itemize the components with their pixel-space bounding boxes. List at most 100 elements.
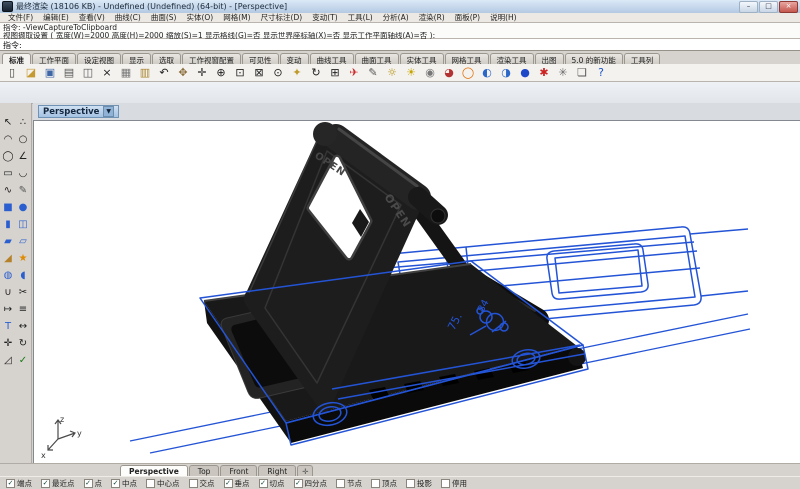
tube-icon[interactable]: ◫	[16, 217, 31, 232]
move-tool-icon[interactable]: ✛	[1, 336, 16, 351]
toolbar-tab[interactable]: 设定视图	[77, 53, 121, 64]
viewport-tab-front[interactable]: Front	[220, 465, 257, 476]
perspective-viewport-canvas[interactable]: OPEN OPEN	[33, 120, 800, 464]
hide-show-icon[interactable]: ☼	[384, 65, 400, 80]
menu-item[interactable]: 编辑(E)	[38, 12, 74, 23]
viewport-tab-top[interactable]: Top	[189, 465, 220, 476]
checkbox-icon[interactable]	[441, 479, 450, 488]
toolbar-tab[interactable]: 实体工具	[400, 53, 444, 64]
cylinder-icon[interactable]: ▮	[1, 217, 16, 232]
toolbar-tab[interactable]: 工作平面	[32, 53, 76, 64]
close-button[interactable]: ×	[779, 1, 798, 13]
rotate-tool-icon[interactable]: ↻	[16, 336, 31, 351]
osnap-toggle[interactable]: 中心点	[146, 478, 180, 489]
viewport-menu-caret-icon[interactable]: ▼	[103, 106, 114, 117]
menu-item[interactable]: 实体(O)	[181, 12, 218, 23]
check-icon[interactable]: ✓	[16, 353, 31, 368]
circle-icon[interactable]: ○	[16, 132, 31, 147]
command-prompt-input[interactable]: 指令:	[0, 39, 800, 51]
checkbox-icon[interactable]	[406, 479, 415, 488]
osnap-toggle[interactable]: 节点	[336, 478, 362, 489]
osnap-toggle[interactable]: ✓点	[84, 478, 103, 489]
toolbar-tab[interactable]: 可见性	[242, 53, 279, 64]
toolbar-tab[interactable]: 5.0 的新功能	[565, 53, 623, 64]
osnap-toggle[interactable]: ✓中点	[111, 478, 137, 489]
airplane-icon[interactable]: ✈	[346, 65, 362, 80]
pan-hand-icon[interactable]: ✥	[175, 65, 191, 80]
osnap-toggle[interactable]: ✓垂点	[224, 478, 250, 489]
osnap-toggle[interactable]: ✓端点	[6, 478, 32, 489]
checkbox-icon[interactable]: ✓	[259, 479, 268, 488]
curve-icon[interactable]: ◠	[1, 132, 16, 147]
shade-mode-icon[interactable]: ◕	[441, 65, 457, 80]
scale-tool-icon[interactable]: ◿	[1, 353, 16, 368]
surface-icon[interactable]: ▰	[1, 234, 16, 249]
ellipse-icon[interactable]: ◯	[1, 149, 16, 164]
toolbar-tab[interactable]: 标准	[2, 53, 31, 64]
viewport-title-tab[interactable]: Perspective ▼	[38, 105, 119, 118]
boolean-union-icon[interactable]: ◍	[1, 268, 16, 283]
box-icon[interactable]: ■	[1, 200, 16, 215]
offset-icon[interactable]: ≡	[16, 302, 31, 317]
sketch-icon[interactable]: ✎	[16, 183, 31, 198]
viewport-layout-icon[interactable]: ⊞	[327, 65, 343, 80]
join-icon[interactable]: ∪	[1, 285, 16, 300]
zoom-selected-icon[interactable]: ⊙	[270, 65, 286, 80]
help-icon[interactable]: ?	[593, 65, 609, 80]
color-wheel-icon[interactable]: ◯	[460, 65, 476, 80]
loft-icon[interactable]: ▱	[16, 234, 31, 249]
rectangle-icon[interactable]: ▭	[1, 166, 16, 181]
render-globe-2-icon[interactable]: ◑	[498, 65, 514, 80]
checkbox-icon[interactable]: ✓	[224, 479, 233, 488]
copy-view-icon[interactable]: ◫	[80, 65, 96, 80]
new-file-icon[interactable]: ▯	[4, 65, 20, 80]
arc-icon[interactable]: ◡	[16, 166, 31, 181]
menu-item[interactable]: 网格(M)	[218, 12, 255, 23]
menu-item[interactable]: 渲染(R)	[414, 12, 450, 23]
select-pointer-icon[interactable]: ↖	[1, 115, 16, 130]
render-sphere-icon[interactable]: ●	[517, 65, 533, 80]
extend-icon[interactable]: ↦	[1, 302, 16, 317]
text-icon[interactable]: T	[1, 319, 16, 334]
osnap-toggle[interactable]: 投影	[406, 478, 432, 489]
zoom-extents-icon[interactable]: ⊠	[251, 65, 267, 80]
dimension-icon[interactable]: ↔	[16, 319, 31, 334]
delete-icon[interactable]: ×	[99, 65, 115, 80]
menu-item[interactable]: 文件(F)	[3, 12, 38, 23]
menu-item[interactable]: 尺寸标注(D)	[256, 12, 308, 23]
menu-item[interactable]: 工具(L)	[343, 12, 378, 23]
osnap-toggle[interactable]: 顶点	[371, 478, 397, 489]
toolbar-tab[interactable]: 变动	[280, 53, 309, 64]
checkbox-icon[interactable]	[336, 479, 345, 488]
print-icon[interactable]: ▤	[61, 65, 77, 80]
viewport-tab-right[interactable]: Right	[258, 465, 296, 476]
boolean-difference-icon[interactable]: ◖	[16, 268, 31, 283]
render-globe-icon[interactable]: ◐	[479, 65, 495, 80]
history-key-icon[interactable]: ✦	[289, 65, 305, 80]
toolbar-tab[interactable]: 曲面工具	[355, 53, 399, 64]
checkbox-icon[interactable]: ✓	[41, 479, 50, 488]
sphere-icon[interactable]: ●	[16, 200, 31, 215]
panels-icon[interactable]: ❏	[574, 65, 590, 80]
menu-item[interactable]: 分析(A)	[378, 12, 414, 23]
zoom-dynamic-icon[interactable]: ⊕	[213, 65, 229, 80]
checkbox-icon[interactable]	[146, 479, 155, 488]
menu-item[interactable]: 曲面(S)	[146, 12, 182, 23]
gear-icon[interactable]: ✳	[555, 65, 571, 80]
trim-icon[interactable]: ✂	[16, 285, 31, 300]
osnap-toggle[interactable]: ✓四分点	[294, 478, 328, 489]
menu-item[interactable]: 查看(V)	[74, 12, 110, 23]
fillet-icon[interactable]: ◢	[1, 251, 16, 266]
osnap-toggle[interactable]: 停用	[441, 478, 467, 489]
toolbar-tab[interactable]: 网格工具	[445, 53, 489, 64]
viewport-manage-icon[interactable]: ✛	[297, 465, 313, 476]
toolbar-tab[interactable]: 工作视窗配置	[182, 53, 241, 64]
select-filter-icon[interactable]: ✎	[365, 65, 381, 80]
menu-item[interactable]: 曲线(C)	[110, 12, 146, 23]
point-icon[interactable]: ∴	[16, 115, 31, 130]
menu-item[interactable]: 面板(P)	[450, 12, 485, 23]
paste-icon[interactable]: ▥	[137, 65, 153, 80]
toolbar-tab[interactable]: 显示	[122, 53, 151, 64]
toolbar-tab[interactable]: 工具列	[624, 53, 661, 64]
rotate-view-icon[interactable]: ↻	[308, 65, 324, 80]
